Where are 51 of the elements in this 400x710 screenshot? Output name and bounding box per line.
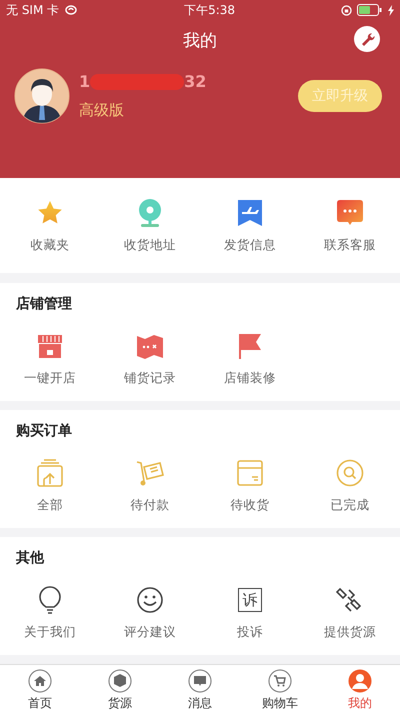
menu-label[interactable]: 评分建议 bbox=[124, 624, 176, 641]
page-title: 我的 bbox=[183, 30, 217, 52]
complaint-icon[interactable]: 诉 bbox=[238, 588, 262, 612]
lightbulb-icon[interactable] bbox=[38, 585, 62, 615]
search-icon[interactable] bbox=[336, 458, 364, 488]
phone-number-text: 1 bbox=[79, 72, 90, 91]
menu-label[interactable]: 关于我们 bbox=[24, 624, 76, 641]
tab[interactable]: 消息 bbox=[160, 665, 240, 710]
flag-icon[interactable] bbox=[237, 331, 263, 361]
section-title: 购买订单 bbox=[14, 422, 73, 440]
airplane-icon[interactable] bbox=[237, 198, 263, 228]
menu-label[interactable]: 投诉 bbox=[237, 624, 263, 641]
menu-label[interactable]: 提供货源 bbox=[324, 624, 376, 641]
hand-truck-icon[interactable] bbox=[135, 458, 165, 488]
charging-icon bbox=[388, 4, 394, 16]
smiley-icon[interactable] bbox=[136, 585, 164, 615]
menu-label[interactable]: 店铺装修 bbox=[224, 370, 276, 387]
lock-rotation-icon bbox=[341, 4, 352, 16]
cube-icon bbox=[108, 669, 132, 693]
location-pin-icon[interactable] bbox=[136, 198, 164, 228]
message-icon bbox=[188, 669, 212, 693]
battery-icon bbox=[357, 4, 383, 16]
wifi-icon bbox=[64, 5, 78, 15]
menu-label[interactable]: 全部 bbox=[37, 497, 63, 514]
tab[interactable]: 我的 bbox=[320, 665, 400, 710]
tab[interactable]: 货源 bbox=[80, 665, 160, 710]
cart-icon bbox=[268, 669, 292, 693]
menu-label[interactable]: 铺货记录 bbox=[124, 370, 176, 387]
menu-label[interactable]: 已完成 bbox=[330, 497, 370, 514]
avatar-drawing bbox=[14, 68, 70, 124]
menu-label[interactable]: 待付款 bbox=[130, 497, 170, 514]
menu-label[interactable]: 联系客服 bbox=[324, 236, 376, 254]
menu-label[interactable]: 收藏夹 bbox=[30, 236, 70, 254]
membership-level: 高级版 bbox=[79, 101, 125, 120]
settings-button[interactable] bbox=[354, 26, 380, 52]
stacked-box-icon[interactable] bbox=[36, 458, 64, 488]
tab[interactable]: 首页 bbox=[0, 665, 80, 710]
section-title: 店铺管理 bbox=[15, 295, 73, 313]
menu-label[interactable]: 发货信息 bbox=[224, 236, 276, 254]
package-icon[interactable] bbox=[236, 458, 264, 488]
menu-label[interactable]: 待收货 bbox=[230, 497, 270, 514]
tab[interactable]: 购物车 bbox=[240, 665, 320, 710]
phone-number-text: 32 bbox=[184, 72, 206, 91]
clock-text: 下午5:38 bbox=[184, 2, 236, 18]
home-icon bbox=[28, 669, 52, 693]
menu-label[interactable]: 一键开店 bbox=[24, 370, 76, 387]
carrier-text: 无 SIM 卡 bbox=[6, 2, 60, 18]
chat-bubble-icon[interactable] bbox=[336, 198, 364, 228]
person-icon bbox=[348, 669, 372, 693]
menu-label[interactable]: 收货地址 bbox=[124, 236, 176, 254]
section-title: 其他 bbox=[15, 549, 46, 567]
